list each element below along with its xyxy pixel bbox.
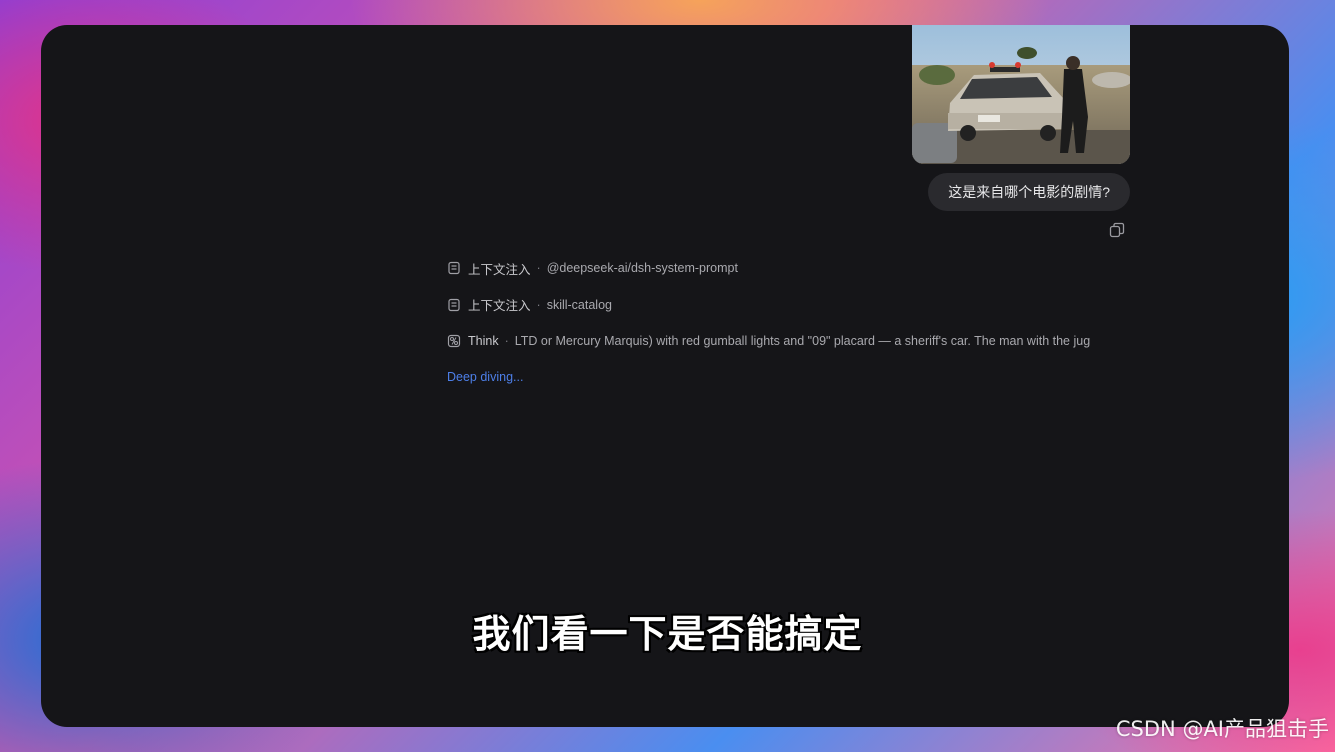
attached-photo[interactable]	[912, 25, 1130, 164]
document-icon	[448, 298, 460, 311]
think-icon	[447, 334, 461, 348]
step-separator: ·	[536, 297, 541, 312]
step-label: 上下文注入	[468, 262, 531, 277]
step-value: LTD or Mercury Marquis) with red gumball…	[514, 334, 1091, 348]
copy-message-button[interactable]	[1109, 222, 1125, 238]
step-label: Think	[468, 334, 499, 348]
step-separator: ·	[536, 261, 541, 275]
step-context-injection[interactable]: 上下文注入 · @deepseek-ai/dsh-system-prompt	[447, 257, 1147, 279]
video-subtitle: 我们看一下是否能搞定	[472, 612, 863, 656]
step-label: 上下文注入	[468, 299, 531, 313]
step-value: @deepseek-ai/dsh-system-prompt	[546, 261, 738, 275]
step-value: skill-catalog	[546, 297, 612, 312]
user-message-bubble: 这是来自哪个电影的剧情?	[928, 173, 1130, 211]
step-context-injection[interactable]: 上下文注入 · skill-catalog	[447, 294, 1147, 316]
step-separator: ·	[504, 334, 509, 348]
step-think[interactable]: Think · LTD or Mercury Marquis) with red…	[447, 330, 1147, 352]
watermark: CSDN @AI产品狙击手	[1115, 717, 1329, 741]
agent-steps-list: 上下文注入 · @deepseek-ai/dsh-system-prompt 上…	[447, 257, 1147, 367]
photo-image	[912, 25, 1130, 164]
status-indicator: Deep diving...	[447, 370, 524, 384]
document-icon	[448, 261, 460, 275]
copy-icon	[1109, 222, 1125, 238]
